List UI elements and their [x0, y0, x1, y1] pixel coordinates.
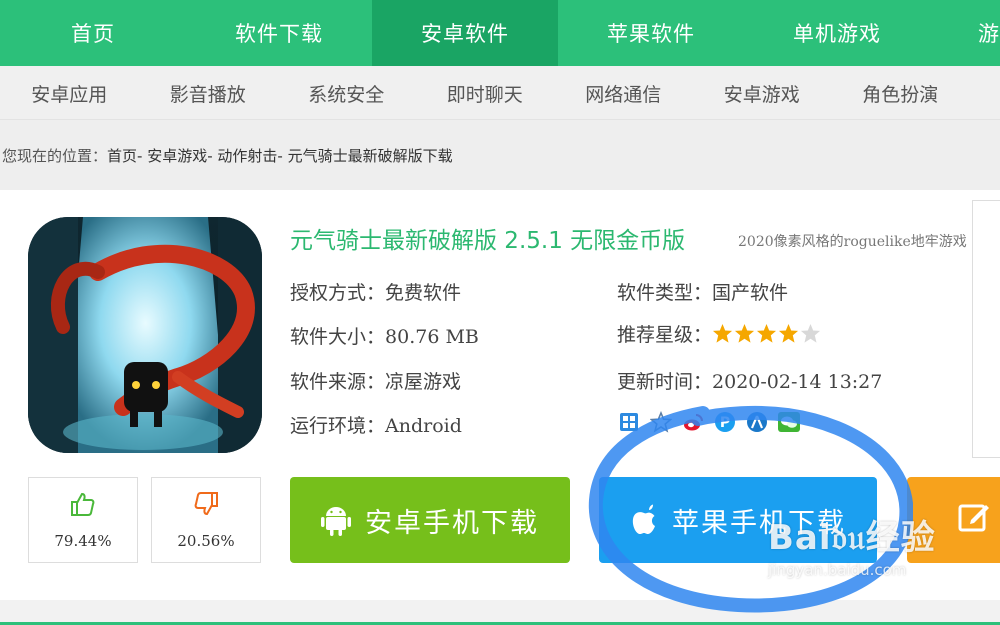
apple-download-label: 苹果手机下载: [672, 507, 846, 539]
star-filled-icon: [712, 323, 733, 343]
info-size-label: 软件大小：: [290, 326, 386, 348]
app-detail-card: 元气骑士最新破解版 2.5.1 无限金币版 2020像素风格的roguelike…: [0, 190, 1000, 600]
app-title: 元气骑士最新破解版 2.5.1 无限金币版: [290, 228, 686, 254]
breadcrumb-current: - 元气骑士最新破解版下载: [277, 146, 453, 165]
info-source-value[interactable]: 凉屋游戏: [385, 371, 461, 393]
info-source: 软件来源：凉屋游戏: [290, 367, 461, 394]
edit-button[interactable]: [907, 477, 1000, 563]
info-type-value: 国产软件: [712, 282, 789, 304]
weibo-icon[interactable]: [681, 410, 705, 434]
info-updated-value: 2020-02-14 13:27: [712, 371, 883, 393]
info-license-value: 免费软件: [385, 282, 462, 304]
android-icon: [321, 504, 351, 536]
info-rating: 推荐星级：: [617, 320, 822, 349]
info-size: 软件大小：80.76 MB: [290, 322, 479, 349]
subnav-item-android-apps[interactable]: 安卓应用: [0, 66, 139, 120]
android-download-label: 安卓手机下载: [365, 507, 539, 539]
thumbs-down-icon: [192, 490, 220, 522]
star-filled-icon: [756, 323, 777, 343]
info-env-value: Android: [385, 415, 462, 437]
star-empty-icon: [800, 323, 821, 343]
info-type-label: 软件类型：: [617, 282, 713, 304]
app-subtitle: 2020像素风格的roguelike地牢游戏: [738, 234, 967, 250]
info-updated-label: 更新时间：: [617, 371, 713, 393]
star-filled-icon: [734, 323, 755, 343]
favorite-icon[interactable]: [649, 410, 673, 434]
sub-nav: 安卓应用 影音播放 系统安全 即时聊天 网络通信 安卓游戏 角色扮演: [0, 66, 1000, 120]
subnav-item-chat[interactable]: 即时聊天: [416, 66, 555, 120]
info-source-label: 软件来源：: [290, 371, 386, 393]
android-download-button[interactable]: 安卓手机下载: [290, 477, 570, 563]
vote-up-percent: 79.44%: [54, 532, 112, 550]
vote-down[interactable]: 20.56%: [151, 477, 261, 563]
top-nav: 首页 软件下载 安卓软件 苹果软件 单机游戏 游: [0, 0, 1000, 66]
breadcrumb-prefix: 您现在的位置：: [2, 146, 108, 165]
info-size-value: 80.76 MB: [385, 326, 479, 348]
apple-icon: [630, 504, 658, 536]
breadcrumb-link-action-shooter[interactable]: - 动作射击: [207, 145, 277, 166]
nav-item-software-download[interactable]: 软件下载: [186, 0, 372, 66]
info-license: 授权方式：免费软件: [290, 278, 461, 305]
nav-item-games[interactable]: 游: [930, 0, 1000, 66]
info-license-label: 授权方式：: [290, 282, 386, 304]
breadcrumb-link-home[interactable]: 首页: [107, 145, 137, 166]
edit-icon: [957, 500, 991, 541]
thumbs-up-icon: [69, 490, 97, 522]
info-type: 软件类型：国产软件: [617, 278, 788, 305]
nav-item-pc-games[interactable]: 单机游戏: [744, 0, 930, 66]
star-filled-icon: [778, 323, 799, 343]
app-icon: [28, 217, 262, 453]
nav-item-apple-software[interactable]: 苹果软件: [558, 0, 744, 66]
vote-up[interactable]: 79.44%: [28, 477, 138, 563]
breadcrumb: 您现在的位置： 首页 - 安卓游戏 - 动作射击 - 元气骑士最新破解版下载: [0, 120, 1000, 190]
subnav-item-security[interactable]: 系统安全: [277, 66, 416, 120]
info-env-label: 运行环境：: [290, 415, 386, 437]
subnav-item-network[interactable]: 网络通信: [554, 66, 693, 120]
share-bar: P: [617, 410, 801, 434]
nav-item-android-software[interactable]: 安卓软件: [372, 0, 558, 66]
renren-icon[interactable]: [745, 410, 769, 434]
page-bottom-edge: [0, 600, 1000, 625]
rating-stars: [712, 323, 822, 349]
breadcrumb-link-android-games[interactable]: - 安卓游戏: [137, 145, 207, 166]
info-updated: 更新时间：2020-02-14 13:27: [617, 367, 882, 394]
subnav-item-android-games[interactable]: 安卓游戏: [693, 66, 832, 120]
subnav-item-media[interactable]: 影音播放: [139, 66, 278, 120]
side-panel: [972, 200, 1000, 458]
pinterest-icon[interactable]: P: [713, 410, 737, 434]
apple-download-button[interactable]: 苹果手机下载: [599, 477, 877, 563]
subnav-item-rpg[interactable]: 角色扮演: [831, 66, 970, 120]
svg-text:P: P: [720, 415, 730, 431]
nav-item-home[interactable]: 首页: [0, 0, 186, 66]
wechat-icon[interactable]: [777, 410, 801, 434]
info-env: 运行环境：Android: [290, 411, 462, 438]
vote-down-percent: 20.56%: [177, 532, 235, 550]
qzone-icon[interactable]: [617, 410, 641, 434]
info-rating-label: 推荐星级：: [617, 324, 713, 346]
